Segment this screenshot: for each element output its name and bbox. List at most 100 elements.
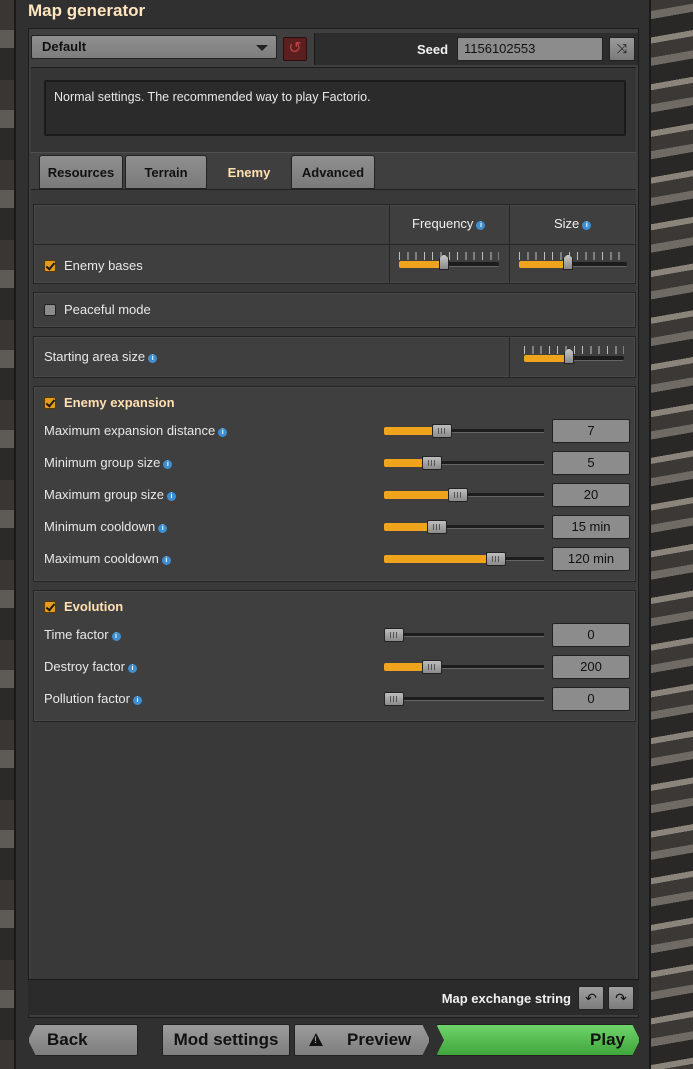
preset-row: Default ↺ Seed 1156102553 ⤨ bbox=[31, 33, 638, 65]
play-button[interactable]: Play bbox=[436, 1024, 640, 1056]
expansion-label-text: Minimum cooldown bbox=[44, 519, 156, 534]
slider-fill bbox=[384, 663, 426, 671]
enemy-bases-checkbox[interactable] bbox=[44, 260, 56, 272]
preset-dropdown[interactable]: Default bbox=[31, 35, 277, 59]
export-exchange-string-button[interactable]: ↷ bbox=[608, 986, 634, 1010]
preset-selected-value: Default bbox=[42, 39, 87, 54]
expansion-slider[interactable] bbox=[384, 488, 544, 502]
tab-resources[interactable]: Resources bbox=[39, 155, 123, 189]
evolution-label-text: Time factor bbox=[44, 627, 109, 642]
info-icon[interactable]: i bbox=[476, 221, 486, 230]
info-icon[interactable]: i bbox=[218, 428, 228, 437]
enemy-expansion-checkbox[interactable] bbox=[44, 397, 56, 409]
slider-ticks bbox=[399, 252, 499, 260]
evolution-section: Evolution Time factor i 0 Destroy factor i 20… bbox=[33, 590, 636, 722]
info-icon[interactable]: i bbox=[161, 556, 171, 565]
evolution-row: Time factor i 0 bbox=[34, 621, 635, 649]
slider-knob[interactable] bbox=[427, 520, 447, 534]
window-title[interactable]: Map generator bbox=[16, 0, 649, 26]
slider-knob[interactable] bbox=[384, 692, 404, 706]
seed-input[interactable]: 1156102553 bbox=[457, 37, 603, 61]
reset-preset-button[interactable]: ↺ bbox=[283, 37, 307, 61]
info-icon[interactable]: i bbox=[127, 664, 137, 673]
info-icon[interactable]: i bbox=[163, 460, 173, 469]
seed-area: Seed 1156102553 ⤨ bbox=[314, 33, 638, 65]
tab-enemy[interactable]: Enemy bbox=[209, 155, 289, 189]
enemy-bases-size-slider[interactable] bbox=[519, 250, 627, 274]
evolution-label: Pollution factor i bbox=[44, 691, 142, 706]
tab-advanced[interactable]: Advanced bbox=[291, 155, 375, 189]
expansion-value-field[interactable]: 120 min bbox=[552, 547, 630, 571]
enemy-bases-frequency-slider[interactable] bbox=[399, 250, 499, 274]
mod-settings-button[interactable]: Mod settings bbox=[162, 1024, 290, 1056]
peaceful-mode-label: Peaceful mode bbox=[64, 302, 151, 317]
expansion-label: Minimum cooldown i bbox=[44, 519, 168, 534]
info-icon[interactable]: i bbox=[166, 492, 176, 501]
expansion-label: Maximum group size i bbox=[44, 487, 176, 502]
map-exchange-bar: Map exchange string ↶ ↷ bbox=[28, 979, 639, 1015]
preview-button[interactable]: Preview bbox=[294, 1024, 430, 1056]
reset-icon: ↺ bbox=[288, 40, 302, 57]
expansion-row: Maximum expansion distance i 7 bbox=[34, 417, 635, 445]
expansion-slider[interactable] bbox=[384, 520, 544, 534]
slider-fill bbox=[384, 459, 426, 467]
slider-track bbox=[384, 633, 544, 637]
slider-knob[interactable] bbox=[448, 488, 468, 502]
starting-area-label-text: Starting area size bbox=[44, 349, 146, 364]
size-header-label: Size bbox=[554, 216, 580, 231]
slider-knob[interactable] bbox=[422, 660, 442, 674]
shuffle-icon: ⤨ bbox=[616, 41, 628, 56]
bottom-button-row: Back Mod settings Preview Play bbox=[28, 1024, 648, 1058]
info-icon[interactable]: i bbox=[148, 354, 158, 363]
starting-area-label: Starting area size i bbox=[44, 349, 158, 364]
table-divider bbox=[509, 337, 510, 377]
tab-terrain[interactable]: Terrain bbox=[125, 155, 207, 189]
expansion-row: Maximum cooldown i 120 min bbox=[34, 545, 635, 573]
info-icon[interactable]: i bbox=[582, 221, 592, 230]
expansion-value-field[interactable]: 20 bbox=[552, 483, 630, 507]
evolution-slider[interactable] bbox=[384, 628, 544, 642]
expansion-value-field[interactable]: 15 min bbox=[552, 515, 630, 539]
peaceful-mode-row: Peaceful mode bbox=[33, 292, 636, 328]
settings-panel: Default ↺ Seed 1156102553 ⤨ Normal setti… bbox=[28, 28, 639, 1018]
slider-knob[interactable] bbox=[432, 424, 452, 438]
info-icon[interactable]: i bbox=[111, 632, 121, 641]
evolution-checkbox[interactable] bbox=[44, 601, 56, 613]
evolution-value-field[interactable]: 0 bbox=[552, 623, 630, 647]
evolution-slider[interactable] bbox=[384, 660, 544, 674]
expansion-row: Minimum cooldown i 15 min bbox=[34, 513, 635, 541]
expansion-label-text: Maximum expansion distance bbox=[44, 423, 216, 438]
evolution-slider[interactable] bbox=[384, 692, 544, 706]
randomize-seed-button[interactable]: ⤨ bbox=[609, 37, 635, 61]
enemy-expansion-section: Enemy expansion Maximum expansion distan… bbox=[33, 386, 636, 582]
expansion-slider[interactable] bbox=[384, 424, 544, 438]
map-generator-window: Map generator Default ↺ Seed 1156102553 … bbox=[14, 0, 651, 1069]
enemy-bases-label: Enemy bases bbox=[64, 258, 143, 273]
expansion-slider[interactable] bbox=[384, 552, 544, 566]
slider-knob[interactable] bbox=[422, 456, 442, 470]
expansion-value-field[interactable]: 5 bbox=[552, 451, 630, 475]
slider-knob[interactable] bbox=[486, 552, 506, 566]
preset-description: Normal settings. The recommended way to … bbox=[44, 80, 626, 136]
expansion-slider[interactable] bbox=[384, 456, 544, 470]
peaceful-mode-checkbox[interactable] bbox=[44, 304, 56, 316]
evolution-title: Evolution bbox=[64, 599, 124, 614]
expansion-value-field[interactable]: 7 bbox=[552, 419, 630, 443]
starting-area-slider[interactable] bbox=[524, 344, 624, 368]
evolution-row: Pollution factor i 0 bbox=[34, 685, 635, 713]
evolution-label: Time factor i bbox=[44, 627, 121, 642]
slider-ticks bbox=[519, 252, 627, 260]
slider-ticks bbox=[524, 346, 624, 354]
import-exchange-string-button[interactable]: ↶ bbox=[578, 986, 604, 1010]
evolution-value-field[interactable]: 0 bbox=[552, 687, 630, 711]
info-icon[interactable]: i bbox=[133, 696, 142, 705]
info-icon[interactable]: i bbox=[158, 524, 168, 533]
enemy-expansion-title: Enemy expansion bbox=[64, 395, 175, 410]
evolution-value-field[interactable]: 200 bbox=[552, 655, 630, 679]
expansion-row: Maximum group size i 20 bbox=[34, 481, 635, 509]
warning-icon bbox=[309, 1033, 323, 1046]
expansion-row: Minimum group size i 5 bbox=[34, 449, 635, 477]
back-button[interactable]: Back bbox=[28, 1024, 138, 1056]
slider-knob[interactable] bbox=[384, 628, 404, 642]
expansion-label: Minimum group size i bbox=[44, 455, 173, 470]
